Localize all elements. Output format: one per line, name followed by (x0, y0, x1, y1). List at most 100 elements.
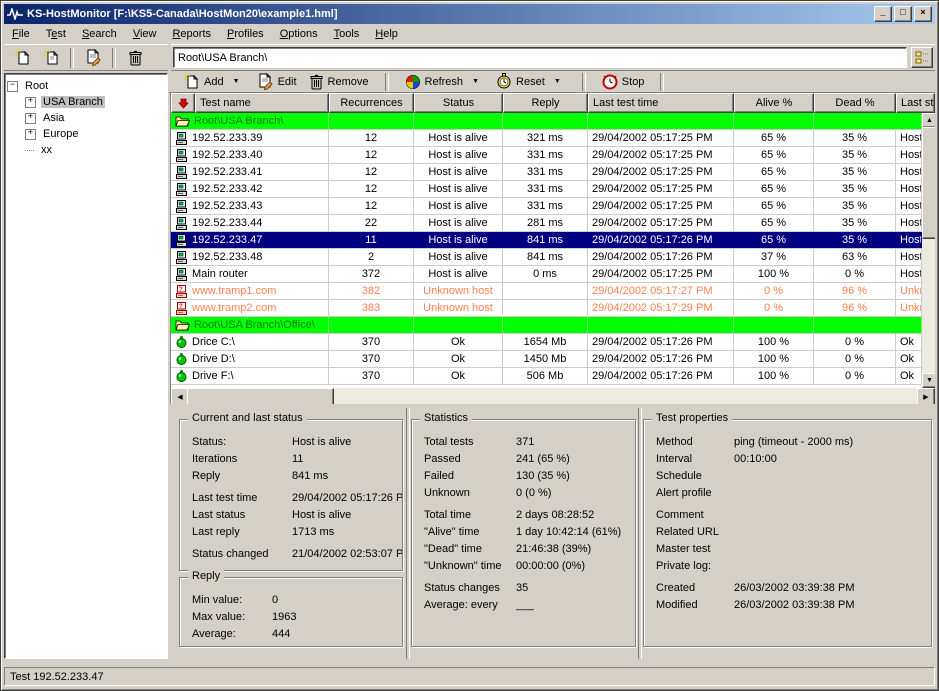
stop-button[interactable]: Stop (596, 72, 651, 92)
refresh-dropdown-button[interactable]: ▼ (469, 74, 482, 90)
cell: 0 % (814, 351, 896, 367)
horizontal-scrollbar[interactable]: ◀ ▶ (171, 388, 935, 404)
window-title: KS-HostMonitor [F:\KS5-Canada\HostMon20\… (27, 8, 874, 20)
tree-item-asia[interactable]: Asia (41, 112, 66, 124)
close-button[interactable]: × (914, 6, 932, 22)
table-row[interactable]: ?www.tramp2.com383Unknown host29/04/2002… (171, 300, 922, 317)
cell: 2 (329, 249, 414, 265)
test-name: www.tramp1.com (192, 283, 276, 299)
detail-row: Last statusHost is alive (180, 507, 402, 524)
menu-item-profiles[interactable]: Profiles (219, 26, 272, 42)
cell: 100 % (734, 266, 814, 282)
menu-item-tools[interactable]: Tools (326, 26, 368, 42)
expand-box[interactable]: + (25, 129, 36, 140)
menu-item-file[interactable]: File (4, 26, 38, 42)
column-header-test-name[interactable]: Test name (195, 93, 329, 113)
table-row[interactable]: 192.52.233.482Host is alive841 ms29/04/2… (171, 249, 922, 266)
scroll-right-button[interactable]: ▶ (917, 388, 935, 404)
folder-icon (175, 115, 190, 127)
detail-label: Reply (192, 468, 292, 485)
table-row[interactable]: Main router372Host is alive0 ms29/04/200… (171, 266, 922, 283)
add-button[interactable]: Add (177, 71, 230, 92)
new-folder-button[interactable] (38, 46, 64, 70)
cell: Host is alive (414, 232, 503, 248)
collapse-box[interactable]: − (7, 81, 18, 92)
cell: 0 % (814, 266, 896, 282)
add-dropdown-button[interactable]: ▼ (230, 74, 243, 90)
table-row[interactable]: Drive D:\370Ok1450 Mb29/04/2002 05:17:26… (171, 351, 922, 368)
tree-item-europe[interactable]: Europe (41, 128, 80, 140)
cell: 370 (329, 334, 414, 350)
detail-row: Created26/03/2002 03:39:38 PM (644, 580, 931, 597)
cell (329, 317, 414, 333)
cell: 29/04/2002 05:17:26 PM (588, 232, 734, 248)
cell: 65 % (734, 130, 814, 146)
detail-value: Host is alive (292, 507, 351, 524)
column-label: Test name (200, 97, 251, 109)
tree-item-usa-branch[interactable]: USA Branch (41, 96, 105, 108)
detail-label: Last status (192, 507, 292, 524)
new-test-button[interactable] (9, 46, 35, 70)
menu-item-view[interactable]: View (125, 26, 165, 42)
column-header-dead-[interactable]: Dead % (814, 93, 896, 113)
cell: 65 % (734, 164, 814, 180)
menu-item-options[interactable]: Options (272, 26, 326, 42)
minimize-button[interactable]: _ (874, 6, 892, 22)
detail-value: 21:46:38 (39%) (516, 541, 591, 558)
detail-value: 11 (292, 451, 303, 468)
detail-row: "Unknown" time00:00:00 (0%) (412, 558, 635, 575)
horizontal-scroll-thumb[interactable] (187, 388, 334, 404)
menu-item-help[interactable]: Help (367, 26, 406, 42)
table-row[interactable]: Drive F:\370Ok506 Mb29/04/2002 05:17:26 … (171, 368, 922, 385)
table-row[interactable]: 192.52.233.4012Host is alive331 ms29/04/… (171, 147, 922, 164)
tree-item-xx[interactable]: xx (39, 144, 54, 156)
column-label: Recurrences (340, 97, 402, 109)
cell: 506 Mb (503, 368, 588, 384)
remove-button[interactable]: Remove (303, 72, 375, 92)
refresh-button[interactable]: Refresh (399, 72, 470, 92)
column-header-sort[interactable] (171, 93, 195, 113)
tree-item-root[interactable]: Root (23, 80, 50, 92)
menu-item-search[interactable]: Search (74, 26, 125, 42)
column-header-reply[interactable]: Reply (503, 93, 588, 113)
table-row[interactable]: 192.52.233.4422Host is alive281 ms29/04/… (171, 215, 922, 232)
cell (734, 113, 814, 129)
scroll-down-button[interactable]: ▼ (922, 373, 935, 388)
menu-item-reports[interactable]: Reports (164, 26, 219, 42)
expand-box[interactable]: + (25, 113, 36, 124)
table-row[interactable]: 192.52.233.3912Host is alive321 ms29/04/… (171, 130, 922, 147)
title-bar[interactable]: KS-HostMonitor [F:\KS5-Canada\HostMon20\… (4, 4, 935, 24)
vertical-scrollbar[interactable]: ▲ ▼ (922, 113, 935, 388)
delete-button[interactable] (122, 46, 148, 70)
column-header-alive-[interactable]: Alive % (734, 93, 814, 113)
detail-row: Iterations11 (180, 451, 402, 468)
column-header-status[interactable]: Status (414, 93, 503, 113)
folder-row[interactable]: Root\USA Branch\Office\ (171, 317, 922, 334)
maximize-button[interactable]: □ (894, 6, 912, 22)
cell: Ok (896, 368, 922, 384)
detail-label: Average: every (424, 597, 516, 614)
table-row[interactable]: 192.52.233.4711Host is alive841 ms29/04/… (171, 232, 922, 249)
reset-button[interactable]: Reset (490, 71, 551, 92)
scroll-up-button[interactable]: ▲ (922, 113, 935, 128)
folder-row[interactable]: Root\USA Branch\ (171, 113, 922, 130)
table-row[interactable]: ?www.tramp1.com382Unknown host29/04/2002… (171, 283, 922, 300)
table-row[interactable]: 192.52.233.4212Host is alive331 ms29/04/… (171, 181, 922, 198)
tree-view-button[interactable] (911, 47, 933, 68)
detail-row: Total time2 days 08:28:52 (412, 507, 635, 524)
cell: 29/04/2002 05:17:26 PM (588, 351, 734, 367)
column-header-last-status[interactable]: Last status (896, 93, 935, 113)
svg-text:?: ? (179, 304, 183, 310)
reset-dropdown-button[interactable]: ▼ (551, 74, 564, 90)
folder-path-input[interactable] (173, 47, 907, 68)
table-row[interactable]: Drice C:\370Ok1654 Mb29/04/2002 05:17:26… (171, 334, 922, 351)
table-row[interactable]: 192.52.233.4312Host is alive331 ms29/04/… (171, 198, 922, 215)
edit-test-button[interactable] (80, 46, 106, 70)
table-row[interactable]: 192.52.233.4112Host is alive331 ms29/04/… (171, 164, 922, 181)
column-header-last-test-time[interactable]: Last test time (588, 93, 734, 113)
column-header-recurrences[interactable]: Recurrences (329, 93, 414, 113)
vertical-scroll-thumb[interactable] (922, 127, 935, 239)
edit-button[interactable]: Edit (251, 71, 303, 92)
menu-item-test[interactable]: Test (38, 26, 74, 42)
expand-box[interactable]: + (25, 97, 36, 108)
